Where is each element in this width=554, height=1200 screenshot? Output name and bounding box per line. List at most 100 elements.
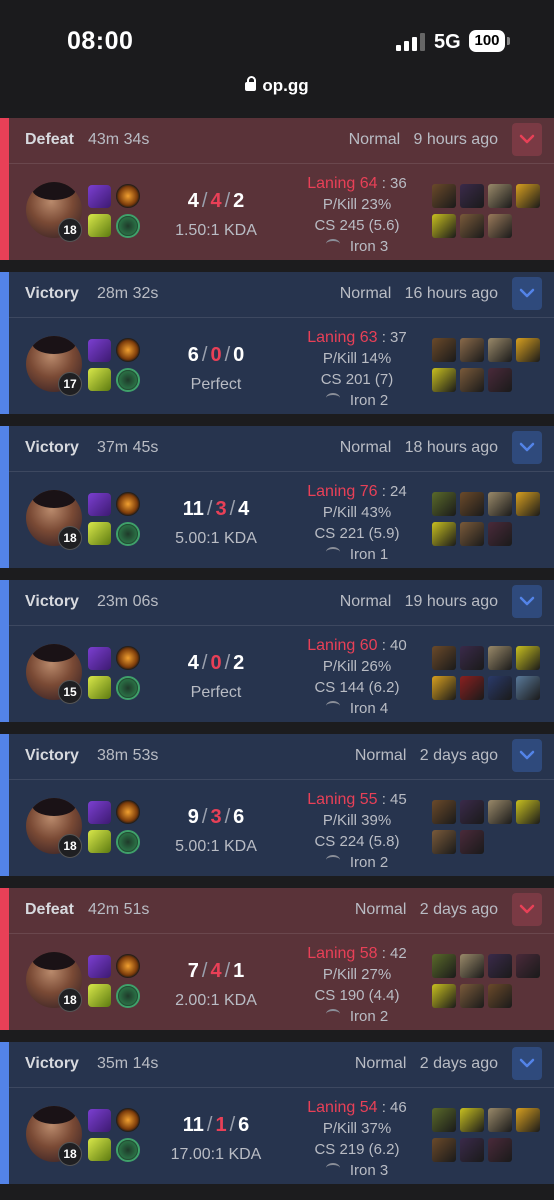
match-card[interactable]: Victory 23m 06s Normal 19 hours ago 15 4… [0, 580, 554, 722]
summoner-spell-flash-icon[interactable] [88, 214, 111, 237]
secondary-rune-icon[interactable] [116, 676, 140, 700]
item-slot-icon[interactable] [460, 1108, 484, 1132]
item-slot-icon[interactable] [432, 492, 456, 516]
item-slot-icon[interactable] [460, 954, 484, 978]
match-card[interactable]: Victory 38m 53s Normal 2 days ago 18 9/3… [0, 734, 554, 876]
item-slot-icon[interactable] [488, 522, 512, 546]
item-slot-icon[interactable] [516, 1108, 540, 1132]
expand-button[interactable] [512, 739, 542, 772]
time-ago: 18 hours ago [404, 439, 498, 456]
secondary-rune-icon[interactable] [116, 368, 140, 392]
item-slot-icon[interactable] [460, 646, 484, 670]
match-card[interactable]: Victory 28m 32s Normal 16 hours ago 17 6… [0, 272, 554, 414]
item-build [432, 338, 542, 398]
item-slot-icon[interactable] [488, 1138, 512, 1162]
item-slot-icon[interactable] [488, 676, 512, 700]
item-slot-icon[interactable] [488, 646, 512, 670]
rank-emblem-icon [325, 701, 340, 711]
secondary-rune-icon[interactable] [116, 522, 140, 546]
summoner-spell-ghost-icon[interactable] [88, 1109, 111, 1132]
summoner-spell-ghost-icon[interactable] [88, 339, 111, 362]
expand-button[interactable] [512, 585, 542, 618]
item-slot-icon[interactable] [488, 492, 512, 516]
expand-button[interactable] [512, 893, 542, 926]
item-slot-icon[interactable] [516, 676, 540, 700]
item-slot-icon[interactable] [460, 522, 484, 546]
item-slot-icon[interactable] [432, 522, 456, 546]
item-slot-icon[interactable] [488, 214, 512, 238]
expand-button[interactable] [512, 431, 542, 464]
item-slot-icon[interactable] [460, 1138, 484, 1162]
match-card[interactable]: Defeat 43m 34s Normal 9 hours ago 18 4/4… [0, 118, 554, 260]
item-slot-icon[interactable] [516, 492, 540, 516]
item-slot-icon[interactable] [516, 646, 540, 670]
item-slot-icon[interactable] [460, 984, 484, 1008]
item-slot-icon[interactable] [460, 184, 484, 208]
chevron-down-icon [519, 288, 535, 298]
expand-button[interactable] [512, 1047, 542, 1080]
summoner-spell-flash-icon[interactable] [88, 368, 111, 391]
item-slot-icon[interactable] [432, 1138, 456, 1162]
secondary-rune-icon[interactable] [116, 1138, 140, 1162]
keystone-rune-icon[interactable] [116, 184, 140, 208]
address-bar[interactable]: op.gg [0, 76, 554, 96]
item-slot-icon[interactable] [488, 800, 512, 824]
champion-level: 18 [58, 1142, 82, 1166]
item-slot-icon[interactable] [516, 338, 540, 362]
item-slot-icon[interactable] [432, 1108, 456, 1132]
item-slot-icon[interactable] [460, 800, 484, 824]
item-slot-icon[interactable] [432, 954, 456, 978]
expand-button[interactable] [512, 277, 542, 310]
item-slot-icon[interactable] [488, 368, 512, 392]
summoner-spell-ghost-icon[interactable] [88, 955, 111, 978]
summoner-spell-ghost-icon[interactable] [88, 801, 111, 824]
keystone-rune-icon[interactable] [116, 492, 140, 516]
item-slot-icon[interactable] [488, 984, 512, 1008]
item-slot-icon[interactable] [460, 830, 484, 854]
summoner-spell-flash-icon[interactable] [88, 830, 111, 853]
item-slot-icon[interactable] [516, 954, 540, 978]
keystone-rune-icon[interactable] [116, 646, 140, 670]
item-slot-icon[interactable] [432, 830, 456, 854]
summoner-spell-flash-icon[interactable] [88, 1138, 111, 1161]
item-slot-icon[interactable] [460, 214, 484, 238]
match-card[interactable]: Victory 37m 45s Normal 18 hours ago 18 1… [0, 426, 554, 568]
item-slot-icon[interactable] [488, 1108, 512, 1132]
keystone-rune-icon[interactable] [116, 1108, 140, 1132]
keystone-rune-icon[interactable] [116, 800, 140, 824]
summoner-spell-ghost-icon[interactable] [88, 185, 111, 208]
secondary-rune-icon[interactable] [116, 984, 140, 1008]
summoner-spell-flash-icon[interactable] [88, 984, 111, 1007]
match-meta: Normal 19 hours ago [340, 593, 498, 611]
secondary-rune-icon[interactable] [116, 214, 140, 238]
keystone-rune-icon[interactable] [116, 954, 140, 978]
summoner-spell-ghost-icon[interactable] [88, 647, 111, 670]
expand-button[interactable] [512, 123, 542, 156]
item-slot-icon[interactable] [432, 676, 456, 700]
keystone-rune-icon[interactable] [116, 338, 140, 362]
match-card[interactable]: Victory 35m 14s Normal 2 days ago 18 11/… [0, 1042, 554, 1184]
item-slot-icon[interactable] [516, 184, 540, 208]
item-slot-icon[interactable] [488, 184, 512, 208]
match-card[interactable]: Defeat 42m 51s Normal 2 days ago 18 7/4/… [0, 888, 554, 1030]
item-slot-icon[interactable] [432, 368, 456, 392]
item-slot-icon[interactable] [460, 368, 484, 392]
secondary-rune-icon[interactable] [116, 830, 140, 854]
item-slot-icon[interactable] [432, 338, 456, 362]
item-slot-icon[interactable] [432, 800, 456, 824]
item-slot-icon[interactable] [460, 338, 484, 362]
summoner-spell-flash-icon[interactable] [88, 522, 111, 545]
summoner-spell-flash-icon[interactable] [88, 676, 111, 699]
item-slot-icon[interactable] [460, 492, 484, 516]
item-slot-icon[interactable] [432, 646, 456, 670]
item-slot-icon[interactable] [432, 184, 456, 208]
summoner-spell-ghost-icon[interactable] [88, 493, 111, 516]
item-slot-icon[interactable] [432, 214, 456, 238]
item-slot-icon[interactable] [488, 954, 512, 978]
creep-score: CS 201 (7) [320, 371, 394, 388]
lock-icon [245, 76, 257, 91]
item-slot-icon[interactable] [516, 800, 540, 824]
item-slot-icon[interactable] [460, 676, 484, 700]
item-slot-icon[interactable] [432, 984, 456, 1008]
item-slot-icon[interactable] [488, 338, 512, 362]
